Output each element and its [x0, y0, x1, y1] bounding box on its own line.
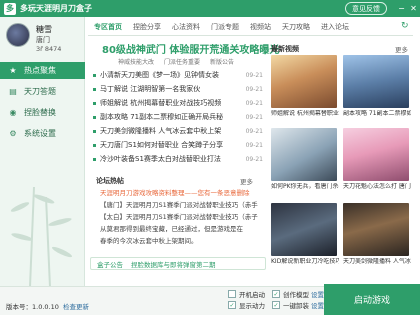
- video-thumbnail[interactable]: [343, 55, 409, 108]
- book-icon: ▤: [9, 87, 17, 96]
- tab-guides[interactable]: 天刀攻略: [282, 22, 310, 32]
- news-item[interactable]: 师姐解说 杭州揭幕替职业对战技巧视频 09-21: [93, 97, 263, 109]
- forum-post[interactable]: 【唐门】天涯明月刀S1赛季门派对战替职业技巧（赤手: [100, 200, 266, 210]
- feedback-button[interactable]: 意见反馈: [345, 2, 387, 15]
- video-caption[interactable]: 天刀花魁心法怎么打 唐门配合夫心法拼配: [343, 183, 411, 191]
- announcement-bar[interactable]: 盒子公告 捏脸数据库与即将弹窗第二期: [90, 257, 266, 270]
- bullet-icon: [93, 129, 96, 133]
- news-date: 09-21: [245, 99, 263, 107]
- bamboo-decoration: [10, 186, 73, 287]
- tab-forum[interactable]: 进入论坛: [321, 22, 349, 32]
- bullet-icon: [93, 87, 96, 91]
- gear-icon: ⚙: [9, 129, 17, 138]
- sidebar-item-quiz[interactable]: ▤ 天刀答题: [0, 83, 85, 100]
- news-date: 09-21: [245, 71, 263, 79]
- create-model-settings-link[interactable]: 设置: [311, 289, 324, 299]
- forum-post[interactable]: 【太白】天涯明月刀S1赛季门派对战替职业技巧（赤子: [100, 212, 266, 222]
- player-name: 糖雪: [36, 25, 52, 34]
- announcement-tag: 盒子公告: [97, 260, 123, 269]
- checkbox-box[interactable]: ✓: [228, 301, 236, 309]
- videos-more-link[interactable]: 更多: [395, 44, 408, 54]
- tab-home[interactable]: 专区首页: [94, 22, 122, 32]
- checkbox-box[interactable]: ✓: [272, 290, 280, 298]
- video-caption[interactable]: 天刀美剑微隆播料 人气冰云套中秋上架: [343, 258, 411, 266]
- user-profile: 糖雪 唐门 3ř 8474: [6, 23, 81, 55]
- video-thumbnail[interactable]: [343, 128, 409, 181]
- video-caption[interactable]: KID解说新职业刀冷吃技巧: [271, 258, 339, 266]
- news-item[interactable]: 副本攻略 71副本二票穆如正确开局兵秘 09-21: [93, 111, 263, 123]
- autostart-checkbox[interactable]: 开机启动: [228, 289, 265, 299]
- tab-bar: 专区首页 捏脸分享 心法资料 门派专题 视频站 天刀攻略 进入论坛 ↻: [88, 19, 413, 36]
- video-caption[interactable]: 如何PK你无兵，看唐门杀手教你如何杀人: [271, 183, 339, 191]
- sidebar-item-face[interactable]: ◉ 捏脸替换: [0, 104, 85, 121]
- news-date: 09-21: [245, 113, 263, 121]
- app-logo-icon: 多: [4, 2, 16, 15]
- bullet-icon: [93, 143, 96, 147]
- news-item[interactable]: 马丁解说 江湖明智第一名我家伙 09-21: [93, 83, 263, 95]
- headline-sublinks: 神威技能大改 门派任务重要 新版公告: [118, 57, 234, 66]
- show-power-checkbox[interactable]: ✓ 显示动力: [228, 300, 265, 310]
- video-thumbnail[interactable]: [271, 203, 337, 256]
- sublink[interactable]: 门派任务重要: [164, 57, 200, 66]
- forum-heading: 论坛热帖: [96, 177, 124, 185]
- create-model-checkbox[interactable]: ✓ 创作模型 设置: [272, 289, 324, 299]
- news-item[interactable]: 天刀唐门S1如何对替职业 合笑蹲子分享 09-21: [93, 139, 263, 151]
- sidebar-item-label: 系统设置: [24, 129, 56, 138]
- sidebar-item-hotspot[interactable]: ★ 热点聚焦: [0, 62, 85, 79]
- tab-videos[interactable]: 视频站: [250, 22, 271, 32]
- news-date: 09-21: [245, 155, 263, 163]
- version-label: 版本号：1.0.0.10: [6, 303, 59, 311]
- news-date: 09-21: [245, 127, 263, 135]
- minimize-icon[interactable]: −: [396, 3, 407, 14]
- sidebar-item-label: 热点聚焦: [24, 66, 56, 75]
- sidebar: 糖雪 唐门 3ř 8474 ★ 热点聚焦 ▤ 天刀答题 ◉ 捏脸替换 ⚙ 系统设…: [0, 17, 85, 303]
- forum-more-link[interactable]: 更多: [240, 176, 253, 186]
- video-caption[interactable]: 副本攻略 71副本二票穆如正确: [343, 110, 411, 118]
- sidebar-item-settings[interactable]: ⚙ 系统设置: [0, 125, 85, 142]
- close-icon[interactable]: ✕: [408, 3, 419, 14]
- checkbox-box[interactable]: [228, 290, 236, 298]
- video-thumbnail[interactable]: [343, 203, 409, 256]
- tab-sects[interactable]: 门派专题: [211, 22, 239, 32]
- bullet-icon: [93, 73, 96, 77]
- news-date: 09-21: [245, 85, 263, 93]
- videos-heading: 最新视频: [271, 45, 299, 53]
- bullet-icon: [93, 157, 96, 161]
- sublink[interactable]: 神威技能大改: [118, 57, 154, 66]
- headline-link[interactable]: 80级战神武门 体验服开荒通关攻略曝光: [102, 41, 279, 56]
- checkbox-box[interactable]: ✓: [272, 301, 280, 309]
- news-date: 09-21: [245, 141, 263, 149]
- one-click-settings-link[interactable]: 设置: [311, 300, 324, 310]
- news-item[interactable]: 天刀美剑微隆播料 人气冰云套中秋上架 09-21: [93, 125, 263, 137]
- refresh-icon[interactable]: ↻: [401, 21, 409, 31]
- forum-post[interactable]: 天涯明月刀游戏攻略资料整理——您有一条恶意删除: [100, 188, 266, 198]
- window-title: 多玩天涯明月刀盒子: [20, 4, 92, 13]
- video-caption[interactable]: 师姐解说 杭州揭幕替职业对战技巧视频: [271, 110, 339, 118]
- forum-post[interactable]: 从莫君那得到最终宝藏，已经通过，但是游戏是在: [100, 224, 266, 234]
- one-click-checkbox[interactable]: ✓ 一键卸装 设置: [272, 300, 324, 310]
- face-icon: ◉: [9, 108, 17, 117]
- player-sect: 唐门: [36, 36, 50, 44]
- bullet-icon: [93, 115, 96, 119]
- tab-skills[interactable]: 心法资料: [172, 22, 200, 32]
- title-bar: 多 多玩天涯明月刀盒子 意见反馈 − ✕: [0, 0, 420, 17]
- tab-face-share[interactable]: 捏脸分享: [133, 22, 161, 32]
- player-level: 3ř 8474: [36, 45, 62, 53]
- news-item[interactable]: 小清新天刀美图《梦一场》见钟情女装 09-21: [93, 69, 263, 81]
- sidebar-item-label: 天刀答题: [24, 87, 56, 96]
- news-item[interactable]: 冷沙叶装备S1赛季太白对战替职业打法 09-21: [93, 153, 263, 165]
- forum-post[interactable]: 春季的今次冰云套中秋上架期间。: [100, 236, 266, 246]
- launch-game-button[interactable]: 启动游戏: [324, 284, 420, 315]
- bullet-icon: [93, 101, 96, 105]
- sublink[interactable]: 新版公告: [210, 57, 234, 66]
- sidebar-item-label: 捏脸替换: [24, 108, 56, 117]
- star-icon: ★: [9, 66, 17, 75]
- announcement-text: 捏脸数据库与即将弹窗第二期: [131, 260, 216, 269]
- video-thumbnail[interactable]: [271, 55, 337, 108]
- check-update-link[interactable]: 检查更新: [63, 301, 89, 311]
- avatar[interactable]: [6, 23, 30, 47]
- video-thumbnail[interactable]: [271, 128, 337, 181]
